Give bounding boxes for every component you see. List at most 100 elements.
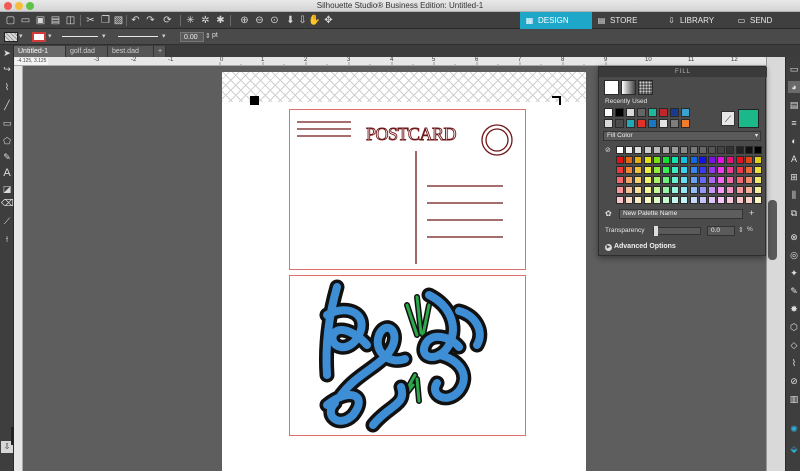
fill-bucket-icon[interactable]: ◪ bbox=[1, 183, 13, 195]
polygon-tool-icon[interactable]: ⬠ bbox=[1, 135, 13, 147]
palette-gray-swatch[interactable] bbox=[735, 146, 744, 154]
recent-color-swatch[interactable] bbox=[681, 108, 690, 117]
align-icon[interactable]: ⫼ bbox=[788, 189, 800, 201]
palette-gray-swatch[interactable] bbox=[634, 146, 643, 154]
palette-color-swatch[interactable] bbox=[652, 166, 661, 174]
tab-send[interactable]: ▭ SEND bbox=[732, 12, 800, 29]
line-weight-sample[interactable] bbox=[118, 36, 158, 37]
palette-color-swatch[interactable] bbox=[616, 186, 624, 194]
palette-gray-swatch[interactable] bbox=[698, 146, 707, 154]
fill-solid-button[interactable] bbox=[604, 80, 619, 95]
advanced-options-toggle[interactable]: ▶ Advanced Options bbox=[605, 243, 676, 251]
palette-color-swatch[interactable] bbox=[652, 156, 661, 164]
palette-settings-icon[interactable]: ✿ bbox=[605, 209, 612, 218]
new-tab-button[interactable]: + bbox=[154, 46, 166, 57]
palette-color-swatch[interactable] bbox=[754, 166, 762, 174]
recent-color-swatch[interactable] bbox=[670, 119, 679, 128]
save-icon[interactable]: ▣ bbox=[34, 14, 47, 27]
no-fill-icon[interactable]: ⊘ bbox=[605, 146, 614, 155]
palette-color-swatch[interactable] bbox=[735, 176, 744, 184]
eraser-icon[interactable]: ⌫ bbox=[1, 197, 14, 209]
palette-gray-swatch[interactable] bbox=[726, 146, 735, 154]
palette-color-swatch[interactable] bbox=[717, 176, 726, 184]
open-folder-icon[interactable]: ▭ bbox=[19, 14, 32, 27]
fill-palette-icon[interactable]: ◕ bbox=[788, 81, 800, 93]
palette-gray-swatch[interactable] bbox=[680, 146, 689, 154]
palette-color-swatch[interactable] bbox=[671, 196, 680, 204]
palette-color-swatch[interactable] bbox=[754, 176, 762, 184]
palette-color-swatch[interactable] bbox=[625, 186, 634, 194]
stepper-icon[interactable]: ⇕ bbox=[205, 32, 211, 40]
print-cut-icon[interactable]: ◫ bbox=[64, 14, 77, 27]
palette-color-swatch[interactable] bbox=[698, 156, 707, 164]
chevron-down-icon[interactable]: ▾ bbox=[48, 32, 52, 40]
palette-color-swatch[interactable] bbox=[616, 196, 624, 204]
lettering-design[interactable] bbox=[289, 275, 527, 437]
send-cut-icon[interactable]: ⬙ bbox=[788, 443, 800, 455]
transparency-slider[interactable] bbox=[653, 226, 701, 236]
palette-gray-swatch[interactable] bbox=[616, 146, 624, 154]
line-color-swatch[interactable] bbox=[32, 32, 46, 42]
palette-color-swatch[interactable] bbox=[735, 196, 744, 204]
line-style-icon[interactable]: ≡ bbox=[788, 117, 800, 129]
stepper-icon[interactable]: ⇕ bbox=[738, 226, 744, 234]
doc-tab-golf[interactable]: golf.dad bbox=[66, 46, 108, 57]
selected-color-swatch[interactable] bbox=[738, 109, 759, 128]
palette-color-swatch[interactable] bbox=[698, 176, 707, 184]
knife-tool-icon[interactable]: ⟋ bbox=[1, 215, 13, 227]
doc-tab-untitled[interactable]: Untitled-1 bbox=[14, 46, 66, 57]
palette-color-swatch[interactable] bbox=[744, 186, 753, 194]
palette-gray-swatch[interactable] bbox=[625, 146, 634, 154]
palette-color-swatch[interactable] bbox=[735, 186, 744, 194]
palette-color-swatch[interactable] bbox=[754, 186, 762, 194]
palette-color-swatch[interactable] bbox=[754, 156, 762, 164]
palette-color-swatch[interactable] bbox=[744, 196, 753, 204]
palette-color-swatch[interactable] bbox=[689, 186, 698, 194]
eyedropper-tool-icon[interactable]: ⟊ bbox=[1, 233, 13, 245]
palette-color-swatch[interactable] bbox=[643, 156, 652, 164]
palette-color-swatch[interactable] bbox=[616, 166, 624, 174]
new-document-icon[interactable]: ▢ bbox=[4, 14, 17, 27]
palette-color-swatch[interactable] bbox=[662, 186, 670, 194]
palette-color-swatch[interactable] bbox=[680, 176, 689, 184]
palette-color-swatch[interactable] bbox=[726, 186, 735, 194]
palette-color-swatch[interactable] bbox=[634, 196, 643, 204]
redraw-icon[interactable]: ⟳ bbox=[161, 14, 174, 27]
layers-panel-icon[interactable]: ▥ bbox=[788, 393, 800, 405]
palette-color-swatch[interactable] bbox=[744, 156, 753, 164]
settings-gear-icon[interactable]: ✺ bbox=[788, 423, 800, 435]
palette-color-swatch[interactable] bbox=[680, 196, 689, 204]
recent-color-swatch[interactable] bbox=[615, 119, 624, 128]
recent-color-swatch[interactable] bbox=[648, 108, 657, 117]
fullscreen-icon[interactable]: ✥ bbox=[322, 14, 335, 27]
modify-icon[interactable]: ⊗ bbox=[788, 231, 800, 243]
line-color-icon[interactable]: ▤ bbox=[788, 99, 800, 111]
recent-color-swatch[interactable] bbox=[648, 119, 657, 128]
undo-icon[interactable]: ↶ bbox=[129, 14, 142, 27]
palette-color-swatch[interactable] bbox=[616, 156, 624, 164]
recent-color-swatch[interactable] bbox=[615, 108, 624, 117]
rhinestone-icon[interactable]: ✸ bbox=[788, 303, 800, 315]
palette-color-swatch[interactable] bbox=[671, 176, 680, 184]
palette-color-swatch[interactable] bbox=[643, 186, 652, 194]
palette-color-swatch[interactable] bbox=[717, 166, 726, 174]
palette-color-swatch[interactable] bbox=[726, 166, 735, 174]
palette-color-swatch[interactable] bbox=[754, 196, 762, 204]
palette-gray-swatch[interactable] bbox=[652, 146, 661, 154]
palette-color-swatch[interactable] bbox=[643, 196, 652, 204]
recent-color-swatch[interactable] bbox=[659, 108, 668, 117]
chevron-down-icon[interactable]: ▾ bbox=[162, 32, 166, 40]
fill-color-dropdown[interactable]: Fill Color ▾ bbox=[603, 131, 761, 141]
palette-color-swatch[interactable] bbox=[698, 196, 707, 204]
fill-pattern-swatch[interactable] bbox=[4, 32, 18, 42]
fill-gradient-button[interactable] bbox=[621, 80, 636, 95]
palette-color-swatch[interactable] bbox=[726, 196, 735, 204]
palette-color-swatch[interactable] bbox=[698, 186, 707, 194]
palette-color-swatch[interactable] bbox=[625, 196, 634, 204]
palette-color-swatch[interactable] bbox=[689, 196, 698, 204]
line-tool-icon[interactable]: ╱ bbox=[1, 99, 13, 111]
palette-color-swatch[interactable] bbox=[671, 186, 680, 194]
recent-color-swatch[interactable] bbox=[604, 108, 613, 117]
edit-points-icon[interactable]: ↪ bbox=[1, 63, 13, 75]
trace-icon[interactable]: ✦ bbox=[788, 267, 800, 279]
